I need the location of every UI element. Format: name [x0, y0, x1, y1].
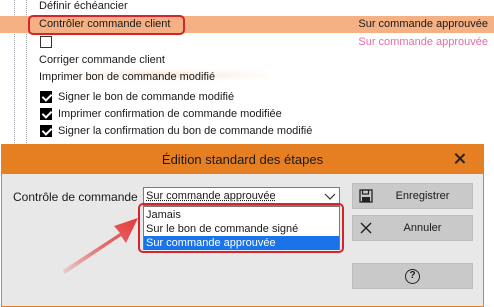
annotation-highlight-box [28, 15, 185, 35]
annotation-highlight-box [138, 203, 344, 253]
row-checkbox[interactable] [40, 91, 52, 103]
tree-row-label: Définir échéancier [39, 0, 128, 12]
tree-row-label: Imprimer bon de commande modifié [39, 71, 216, 83]
tree-row-corriger-commande[interactable]: Corriger commande client [0, 52, 494, 69]
select-value: Sur commande approuvée [146, 190, 276, 202]
save-button-label: Enregistrer [395, 190, 450, 202]
tree-row-imprimer-confirmation[interactable]: Imprimer confirmation de commande modifi… [0, 106, 494, 123]
tree-row-signer-bon[interactable]: Signer le bon de commande modifié [0, 89, 494, 106]
cancel-button-label: Annuler [403, 222, 442, 234]
help-icon: ? [405, 269, 420, 284]
save-button[interactable]: Enregistrer [352, 183, 473, 209]
tree-row-label: Signer la confirmation du bon de command… [58, 125, 313, 137]
row-checkbox[interactable] [40, 36, 52, 48]
dialog-titlebar[interactable]: Édition standard des étapes [2, 145, 483, 174]
help-button[interactable]: ? [352, 263, 473, 289]
edit-steps-dialog: Édition standard des étapes Contrôle de … [1, 144, 484, 307]
tree-row-definir-echeancier[interactable]: Définir échéancier [0, 0, 494, 15]
close-icon[interactable] [451, 150, 469, 168]
steps-tree-list: Définir échéancier Contrôler commande cl… [0, 0, 494, 150]
tree-row-signer-confirmation[interactable]: Signer la confirmation du bon de command… [0, 123, 494, 140]
tree-row-label: Imprimer confirmation de commande modifi… [58, 108, 282, 120]
row-checkbox[interactable] [40, 125, 52, 137]
dialog-title: Édition standard des étapes [161, 152, 324, 167]
tree-row-status: Sur commande approuvée [358, 18, 488, 30]
cancel-button[interactable]: Annuler [352, 215, 473, 241]
tree-row-imprimer-bon[interactable]: Imprimer bon de commande modifié [0, 69, 494, 86]
tree-row-blurred[interactable]: Sur commande approuvée [0, 34, 494, 78]
tree-row-status: Sur commande approuvée [358, 36, 488, 48]
tree-row-label: Corriger commande client [39, 54, 165, 66]
row-checkbox[interactable] [40, 108, 52, 120]
tree-row-label: Signer le bon de commande modifié [58, 91, 235, 103]
chevron-down-icon[interactable] [322, 189, 338, 204]
field-label: Contrôle de commande [13, 190, 138, 204]
